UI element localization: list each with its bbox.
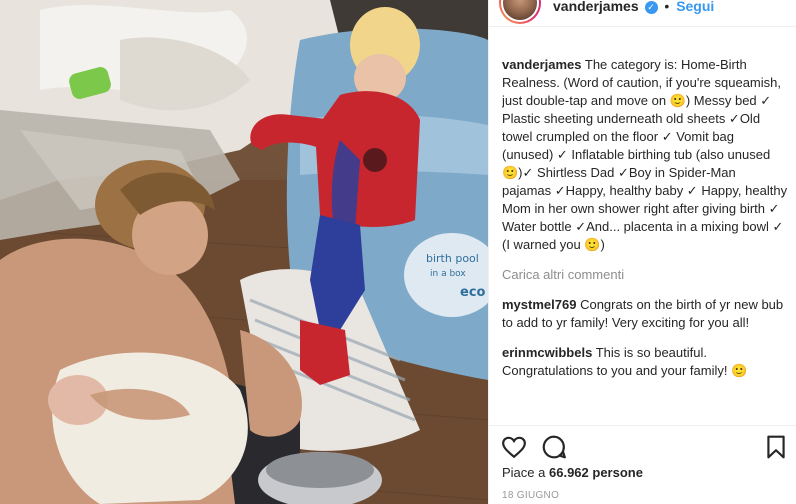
photo-illustration: birth pool in a box eco bbox=[0, 0, 488, 504]
likes-number: 66.962 persone bbox=[549, 465, 643, 480]
post-date: 18 GIUGNO bbox=[502, 490, 560, 501]
svg-text:in a box: in a box bbox=[430, 269, 466, 279]
avatar[interactable] bbox=[499, 0, 541, 24]
load-more-comments[interactable]: Carica altri commenti bbox=[502, 266, 788, 284]
bookmark-icon[interactable] bbox=[763, 434, 789, 460]
list-item: mystmel769 Congrats on the birth of yr n… bbox=[502, 296, 788, 332]
comments-list[interactable]: vanderjames The category is: Home-Birth … bbox=[502, 56, 788, 424]
likes-count[interactable]: Piace a 66.962 persone bbox=[502, 465, 643, 480]
caption: vanderjames The category is: Home-Birth … bbox=[502, 56, 788, 254]
post-details-panel: vanderjames ✓ • Segui vanderjames The ca… bbox=[488, 0, 796, 504]
tub-brand: eco bbox=[460, 285, 486, 300]
follow-button[interactable]: Segui bbox=[676, 0, 714, 14]
header-line: vanderjames ✓ • Segui bbox=[553, 0, 714, 14]
action-bar bbox=[489, 425, 796, 466]
caption-text: The category is: Home-Birth Realness. (W… bbox=[502, 57, 788, 252]
avatar-image bbox=[503, 0, 537, 20]
post-photo[interactable]: birth pool in a box eco bbox=[0, 0, 488, 504]
verified-badge-icon: ✓ bbox=[644, 1, 658, 14]
list-item: erinmcwibbels This is so beautiful. Cong… bbox=[502, 344, 788, 380]
header-separator: • bbox=[664, 0, 670, 14]
caption-author[interactable]: vanderjames bbox=[502, 57, 582, 72]
avatar-ring bbox=[501, 0, 539, 22]
header-username[interactable]: vanderjames bbox=[553, 0, 639, 14]
instagram-post: birth pool in a box eco vanderjames ✓ • … bbox=[0, 0, 796, 504]
comment-author[interactable]: erinmcwibbels bbox=[502, 345, 592, 360]
comment-icon[interactable] bbox=[541, 434, 567, 460]
heart-icon[interactable] bbox=[501, 434, 527, 460]
post-header: vanderjames ✓ • Segui bbox=[489, 0, 796, 27]
comment-author[interactable]: mystmel769 bbox=[502, 297, 576, 312]
tub-label: birth pool bbox=[426, 252, 479, 265]
likes-prefix: Piace a bbox=[502, 465, 546, 480]
